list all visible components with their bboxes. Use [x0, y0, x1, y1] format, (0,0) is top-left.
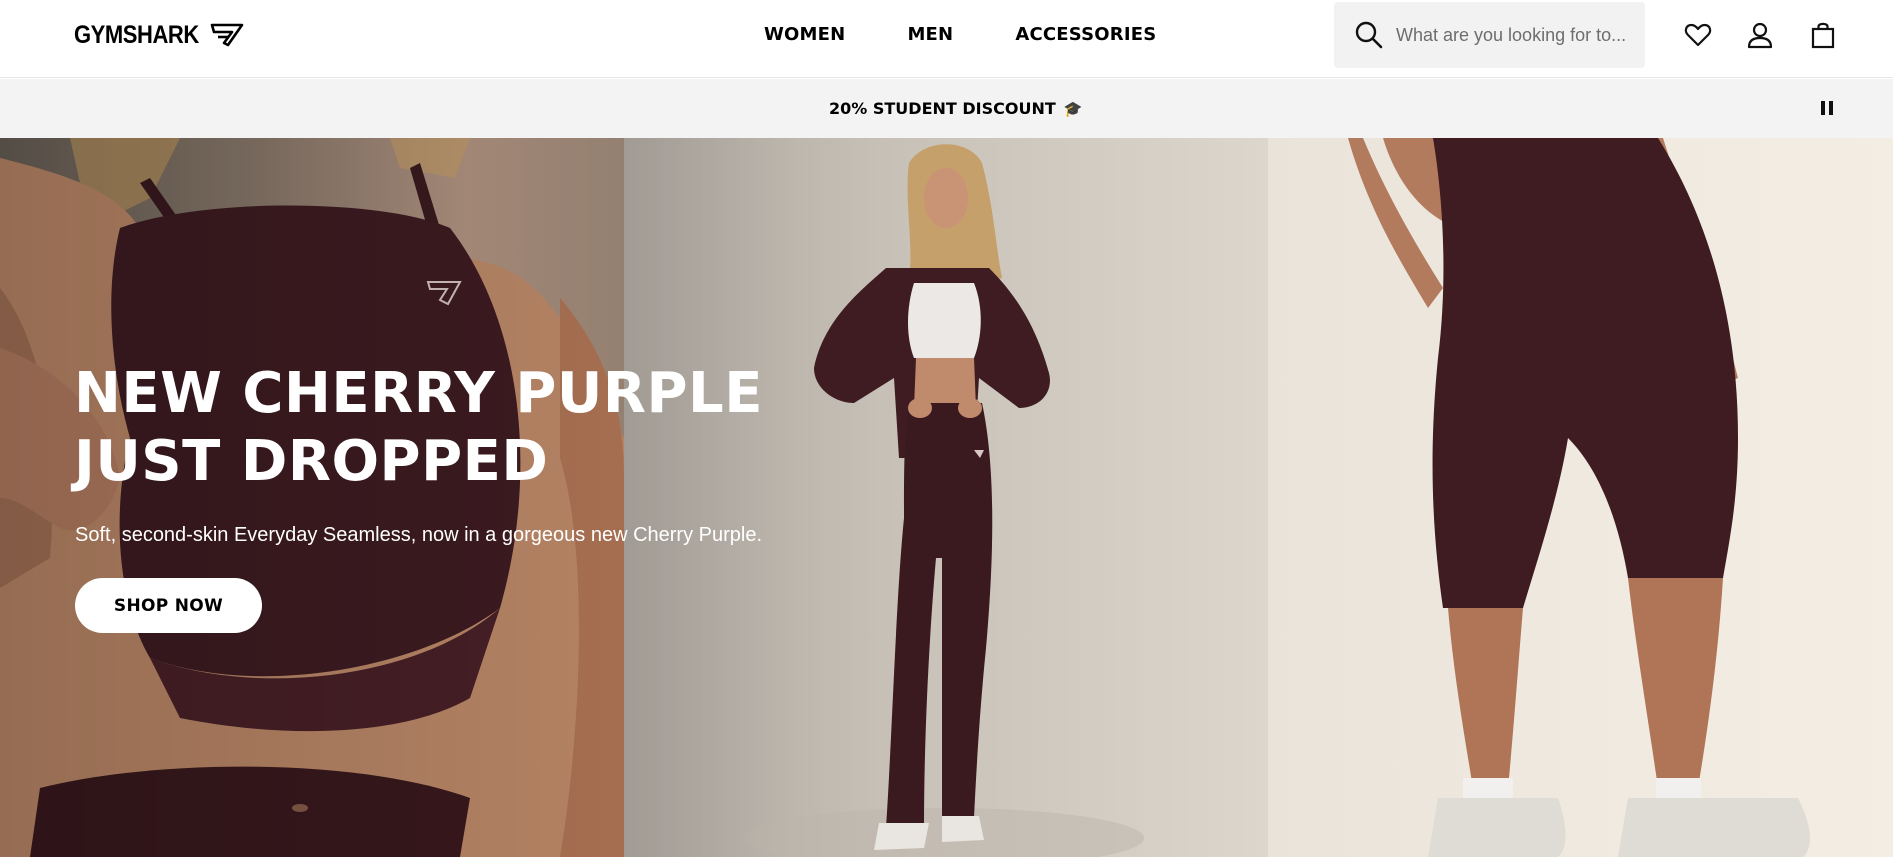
hero-title-line-2: JUST DROPPED	[74, 429, 549, 494]
hero-image-full-outfit	[624, 138, 1268, 857]
leggings-rear-illustration	[1348, 138, 1810, 857]
crop-top-illustration	[0, 138, 624, 857]
promo-text: 20% STUDENT DISCOUNT	[829, 99, 1056, 118]
account-icon[interactable]	[1745, 20, 1775, 50]
nav-men[interactable]: MEN	[907, 20, 953, 50]
logo-text: GYMSHARK	[74, 20, 199, 49]
graduation-cap-icon: 🎓	[1063, 100, 1083, 118]
hero-banner[interactable]: NEW CHERRY PURPLE JUST DROPPED Soft, sec…	[0, 138, 1893, 857]
full-outfit-illustration	[744, 144, 1144, 857]
hero-title-line-1: NEW CHERRY PURPLE	[74, 361, 763, 426]
shark-logo-icon	[210, 23, 244, 47]
brand-logo[interactable]: GYMSHARK	[74, 20, 244, 50]
pause-icon[interactable]	[1817, 98, 1837, 118]
promo-bar: 20% STUDENT DISCOUNT 🎓	[0, 79, 1893, 138]
bag-icon[interactable]	[1808, 20, 1838, 50]
nav-women[interactable]: WOMEN	[764, 20, 845, 50]
hero-image-leggings-rear	[1268, 138, 1893, 857]
heart-icon[interactable]	[1683, 20, 1713, 50]
site-header: GYMSHARK WOMEN MEN ACCESSORIES	[0, 0, 1893, 78]
search-icon[interactable]	[1354, 20, 1384, 50]
nav-accessories[interactable]: ACCESSORIES	[1015, 20, 1156, 50]
promo-message[interactable]: 20% STUDENT DISCOUNT 🎓	[829, 97, 1082, 121]
pause-bar-left	[1821, 101, 1825, 115]
shop-now-button[interactable]: SHOP NOW	[75, 578, 262, 633]
hero-image-crop-top	[0, 138, 624, 857]
search-input[interactable]	[1396, 24, 1636, 46]
hero-title: NEW CHERRY PURPLE JUST DROPPED	[74, 360, 834, 496]
main-nav: WOMEN MEN ACCESSORIES	[764, 20, 1156, 50]
hero-subtitle: Soft, second-skin Everyday Seamless, now…	[75, 524, 763, 546]
search-bar[interactable]	[1334, 2, 1645, 68]
pause-bar-right	[1829, 101, 1833, 115]
